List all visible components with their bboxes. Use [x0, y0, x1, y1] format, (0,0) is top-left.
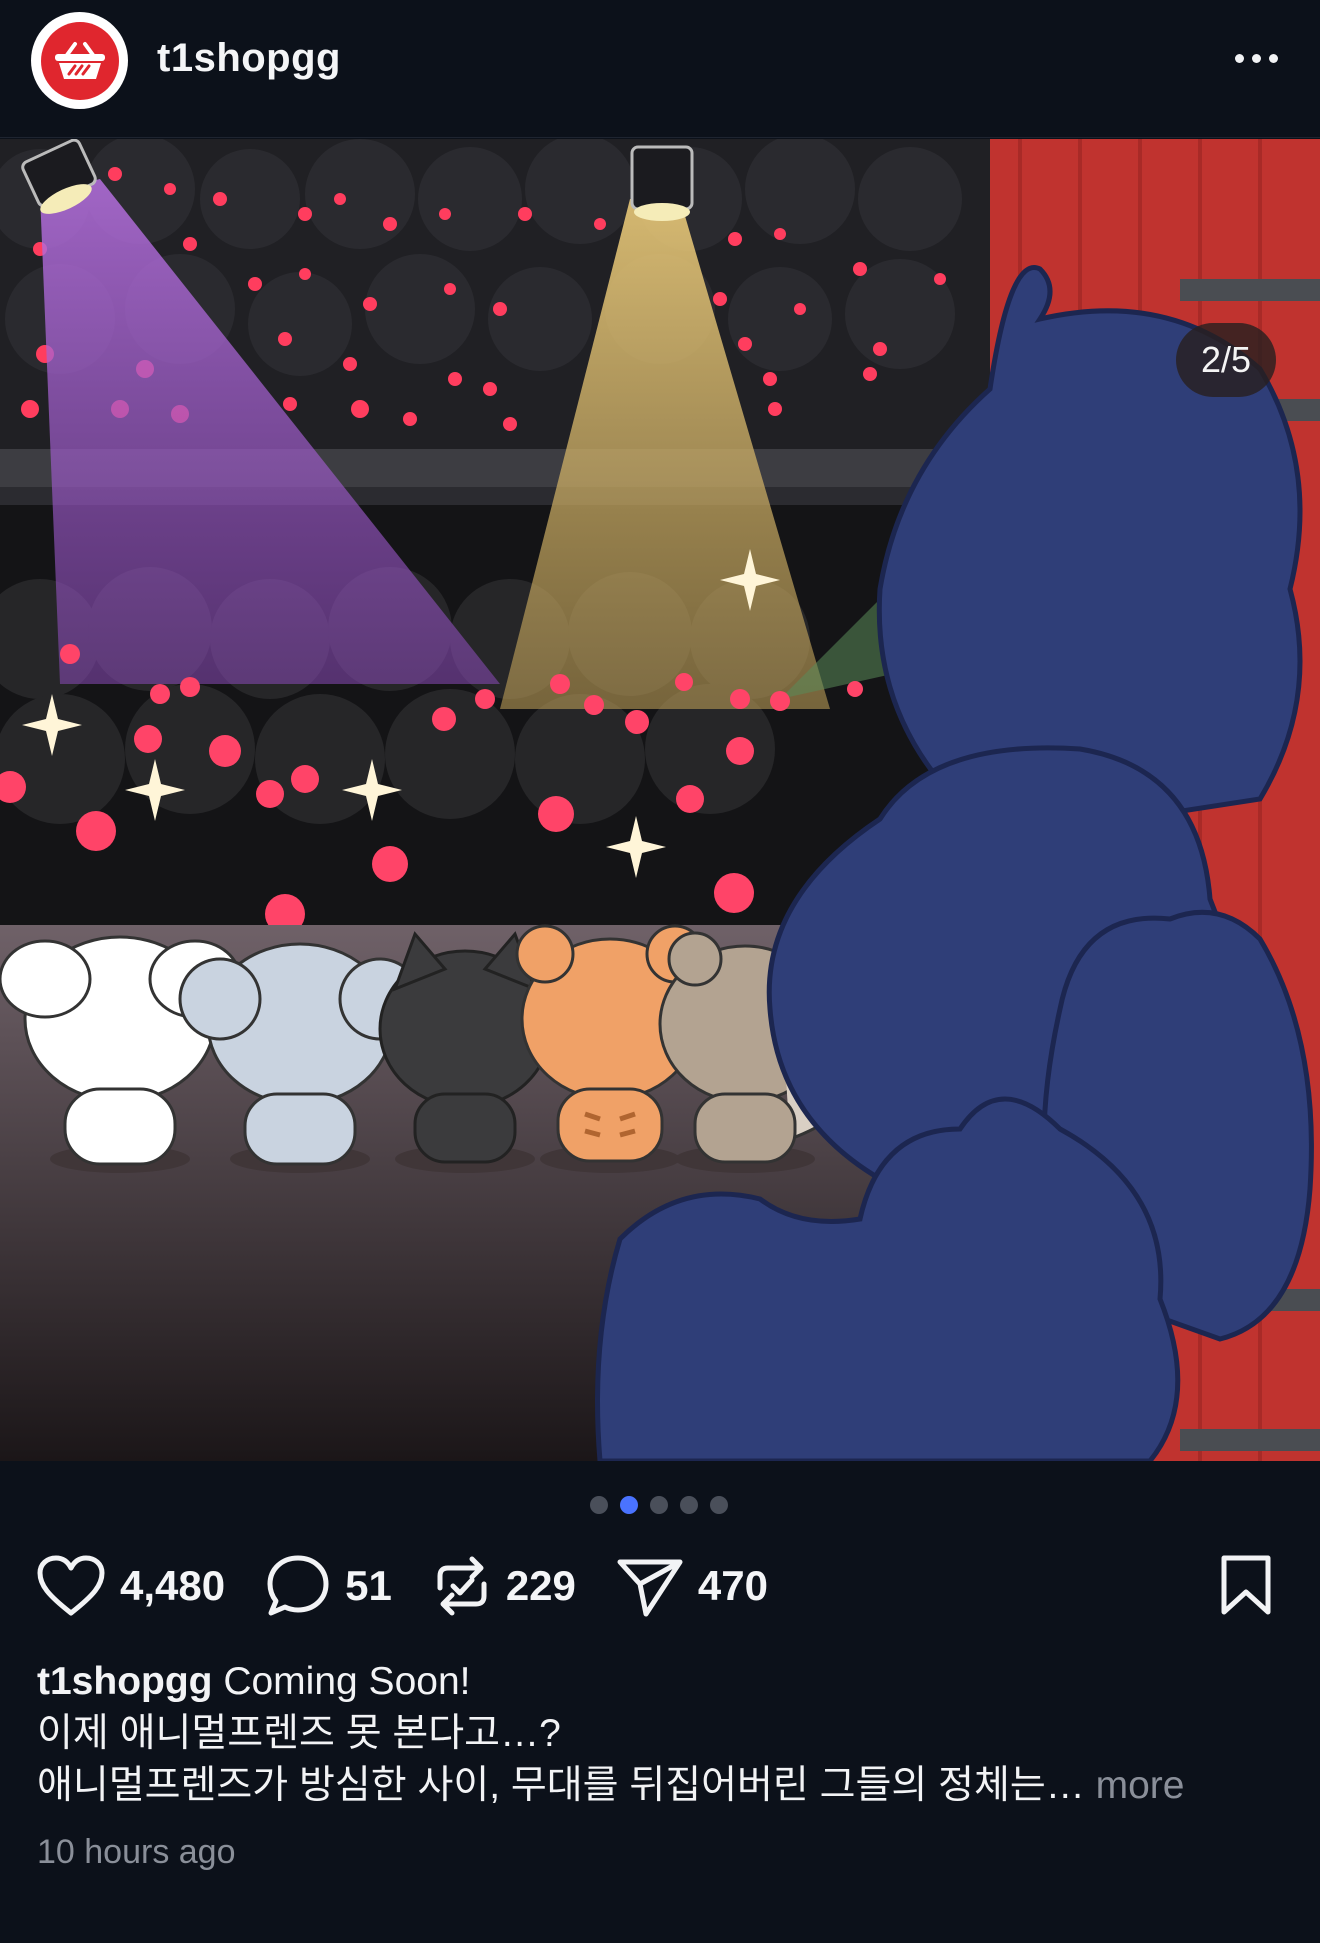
post-caption: t1shopgg Coming Soon! 이제 애니멀프렌즈 못 본다고…? …	[37, 1656, 1297, 1812]
bookmark-button[interactable]	[1218, 1554, 1274, 1621]
caption-username[interactable]: t1shopgg	[37, 1660, 212, 1703]
post-image[interactable]: 2/5	[0, 139, 1320, 1461]
post-header: t1shopgg	[0, 0, 1320, 138]
post-timestamp: 10 hours ago	[37, 1833, 236, 1871]
bookmark-icon	[1218, 1555, 1274, 1620]
caption-line-3: 애니멀프렌즈가 방심한 사이, 무대를 뒤집어버린 그들의 정체는… more	[37, 1760, 1297, 1812]
caption-text-1: Coming Soon!	[223, 1660, 471, 1703]
repost-icon	[432, 1554, 492, 1618]
more-horizontal-icon[interactable]	[1226, 40, 1286, 76]
carousel-dot-active[interactable]	[620, 1496, 638, 1514]
caption-text-3: 애니멀프렌즈가 방심한 사이, 무대를 뒤집어버린 그들의 정체는…	[37, 1764, 1085, 1807]
carousel-dot[interactable]	[590, 1496, 608, 1514]
comment-count: 51	[345, 1562, 392, 1609]
carousel-dot[interactable]	[680, 1496, 698, 1514]
header-username[interactable]: t1shopgg	[157, 36, 341, 81]
caption-line-2: 이제 애니멀프렌즈 못 본다고…?	[37, 1712, 561, 1755]
caption-line-1: t1shopgg Coming Soon!	[37, 1656, 1297, 1708]
carousel-dot[interactable]	[710, 1496, 728, 1514]
avatar[interactable]	[31, 12, 128, 109]
shopping-basket-icon	[40, 21, 119, 100]
comment-bubble-icon	[265, 1553, 331, 1619]
heart-icon	[36, 1555, 106, 1617]
repost-count: 229	[505, 1562, 576, 1609]
repost-button[interactable]: 229	[432, 1554, 576, 1618]
comment-button[interactable]: 51	[265, 1553, 392, 1619]
like-button[interactable]: 4,480	[36, 1555, 225, 1617]
share-button[interactable]: 470	[616, 1554, 768, 1618]
action-bar: 4,480 51 229 470	[36, 1550, 808, 1622]
share-count: 470	[697, 1562, 768, 1609]
like-count: 4,480	[120, 1562, 226, 1609]
image-counter-badge: 2/5	[1176, 323, 1276, 397]
carousel-indicator	[590, 1496, 728, 1514]
carousel-dot[interactable]	[650, 1496, 668, 1514]
send-icon	[616, 1554, 684, 1618]
caption-more-link[interactable]: more	[1096, 1764, 1185, 1807]
